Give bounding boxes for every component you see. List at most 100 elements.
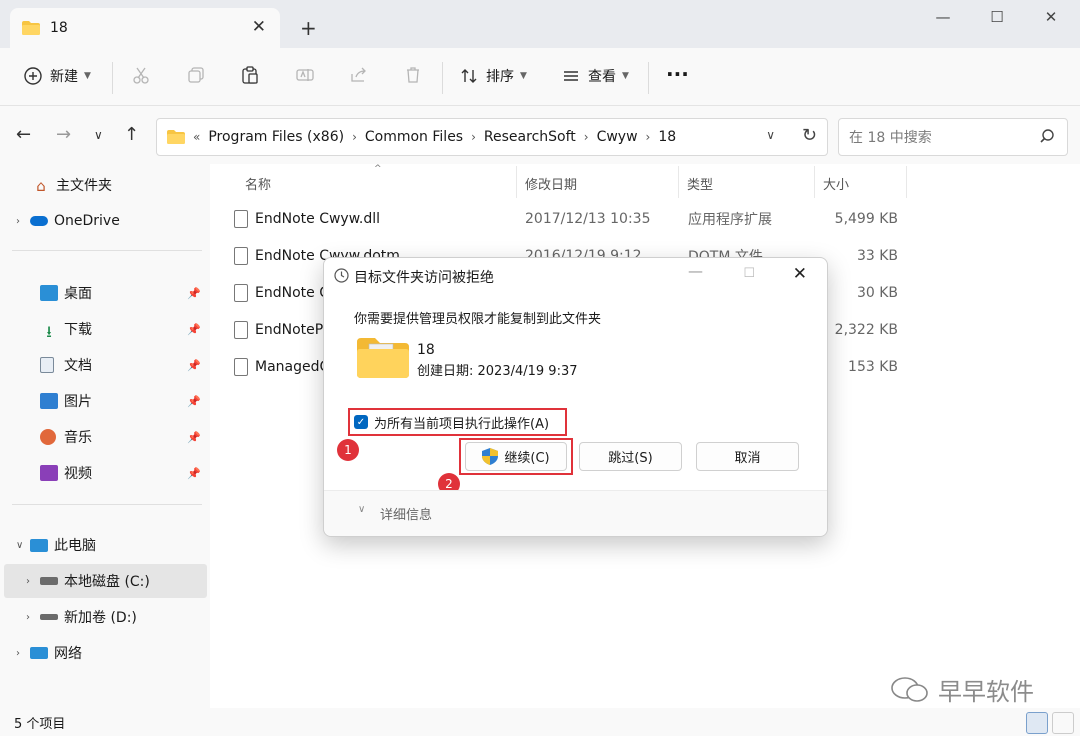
sidebar-item-label: 下载	[64, 322, 92, 338]
breadcrumb-18[interactable]: 18	[658, 129, 676, 145]
pin-icon[interactable]: 📌	[187, 359, 201, 372]
sidebar-item-this-pc[interactable]: ∨ 此电脑	[0, 528, 207, 562]
search-input[interactable]: 在 18 中搜索	[838, 118, 1068, 156]
cut-icon[interactable]	[132, 66, 150, 84]
document-icon	[40, 357, 54, 373]
details-view-button[interactable]	[1026, 712, 1048, 734]
column-header-name[interactable]: 名称	[245, 174, 271, 193]
file-size: 5,499 KB	[834, 211, 898, 227]
file-icon	[234, 321, 248, 339]
pin-icon[interactable]: 📌	[187, 431, 201, 444]
file-name: ManagedC	[255, 359, 330, 375]
pin-icon[interactable]: 📌	[187, 323, 201, 336]
sidebar-item-new-volume-d[interactable]: › 新加卷 (D:)	[0, 600, 207, 634]
column-header-modified[interactable]: 修改日期	[525, 174, 577, 193]
up-arrow-icon[interactable]: ↑	[124, 124, 139, 145]
chevron-right-icon[interactable]: ›	[16, 648, 30, 659]
drive-icon	[40, 577, 58, 585]
breadcrumb-researchsoft[interactable]: ResearchSoft	[484, 129, 576, 145]
sidebar-item-local-disk-c[interactable]: › 本地磁盘 (C:)	[4, 564, 207, 598]
sidebar-item-documents[interactable]: 文档 📌	[0, 348, 207, 382]
file-icon	[234, 247, 248, 265]
sidebar-item-videos[interactable]: 视频 📌	[0, 456, 207, 490]
shield-icon	[482, 448, 499, 465]
sidebar-item-desktop[interactable]: 桌面 📌	[0, 276, 207, 310]
dialog-close-button[interactable]: ✕	[793, 264, 807, 284]
tab-18[interactable]: 18 ✕	[10, 8, 280, 48]
chevron-right-icon[interactable]: ›	[26, 612, 40, 623]
sidebar-item-label: 图片	[64, 394, 92, 410]
new-button[interactable]: 新建 ▼	[24, 66, 91, 86]
divider	[12, 504, 202, 505]
drive-icon	[40, 614, 58, 620]
overflow-icon[interactable]: «	[193, 130, 200, 144]
sidebar-item-downloads[interactable]: ⭳ 下载 📌	[0, 312, 207, 346]
chevron-right-icon[interactable]: ›	[26, 576, 40, 587]
chevron-down-icon[interactable]: ∨	[358, 504, 365, 515]
chevron-down-icon[interactable]: ∨	[16, 540, 30, 551]
sidebar-item-pictures[interactable]: 图片 📌	[0, 384, 207, 418]
maximize-button[interactable]: ☐	[974, 8, 1020, 26]
share-icon[interactable]	[350, 66, 368, 84]
sidebar-item-label: OneDrive	[54, 213, 120, 229]
folder-icon	[167, 130, 185, 144]
sort-button[interactable]: 排序 ▼	[460, 66, 527, 86]
file-size: 2,322 KB	[834, 322, 898, 338]
status-bar: 5 个项目	[0, 708, 1080, 736]
sidebar-item-label: 新加卷 (D:)	[64, 610, 137, 626]
pin-icon[interactable]: 📌	[187, 467, 201, 480]
file-row[interactable]: EndNote Cwyw.dll 2017/12/13 10:35 应用程序扩展…	[230, 201, 910, 237]
refresh-icon[interactable]: ↻	[802, 125, 817, 146]
apply-to-all-checkbox[interactable]: ✓ 为所有当前项目执行此操作(A)	[348, 408, 567, 436]
details-toggle[interactable]: 详细信息	[380, 504, 432, 523]
continue-button[interactable]: 继续(C)	[465, 442, 567, 471]
new-tab-button[interactable]: +	[300, 16, 317, 40]
more-options-button[interactable]: ···	[666, 62, 689, 86]
new-label: 新建	[50, 69, 78, 85]
sidebar-item-label: 此电脑	[54, 538, 96, 554]
chevron-down-icon: ▼	[84, 71, 91, 81]
pin-icon[interactable]: 📌	[187, 395, 201, 408]
file-size: 30 KB	[856, 285, 898, 301]
divider	[814, 166, 815, 198]
sidebar-item-home[interactable]: ⌂ 主文件夹	[0, 168, 207, 202]
tab-close-icon[interactable]: ✕	[252, 17, 266, 37]
breadcrumb-cwyw[interactable]: Cwyw	[597, 129, 638, 145]
sidebar-item-label: 桌面	[64, 286, 92, 302]
dialog-minimize-button[interactable]: —	[688, 262, 703, 280]
pin-icon[interactable]: 📌	[187, 287, 201, 300]
back-arrow-icon[interactable]: ←	[16, 124, 31, 145]
paste-icon[interactable]	[241, 66, 259, 84]
file-icon	[234, 210, 248, 228]
dialog-maximize-button: ☐	[743, 266, 755, 281]
address-dropdown-icon[interactable]: ∨	[766, 128, 775, 142]
home-icon: ⌂	[36, 177, 46, 195]
column-header-size[interactable]: 大小	[823, 174, 849, 193]
checkmark-icon: ✓	[354, 415, 368, 429]
chevron-down-icon: ▼	[622, 71, 629, 81]
watermark-text: 早早软件	[938, 678, 1034, 706]
divider	[112, 62, 113, 94]
navigation-pane: ⌂ 主文件夹 › OneDrive 桌面 📌 ⭳ 下载 📌 文档 📌 图片 📌 …	[0, 164, 210, 708]
breadcrumb-program-files[interactable]: Program Files (x86)	[208, 129, 344, 145]
sidebar-item-onedrive[interactable]: › OneDrive	[0, 204, 207, 238]
column-header-type[interactable]: 类型	[687, 174, 713, 193]
sidebar-item-music[interactable]: 音乐 📌	[0, 420, 207, 454]
breadcrumb-common-files[interactable]: Common Files	[365, 129, 463, 145]
close-window-button[interactable]: ✕	[1028, 8, 1074, 26]
tiles-view-button[interactable]	[1052, 712, 1074, 734]
rename-icon[interactable]	[296, 66, 314, 84]
copy-icon[interactable]	[187, 66, 205, 84]
delete-icon[interactable]	[404, 66, 422, 84]
cancel-button[interactable]: 取消	[696, 442, 799, 471]
address-bar[interactable]: « Program Files (x86) › Common Files › R…	[156, 118, 828, 156]
view-label: 查看	[588, 69, 616, 85]
music-icon	[40, 429, 56, 445]
chevron-right-icon[interactable]: ›	[16, 216, 30, 227]
minimize-button[interactable]: —	[920, 8, 966, 26]
recent-chevron-icon[interactable]: ∨	[94, 128, 103, 142]
skip-button[interactable]: 跳过(S)	[579, 442, 682, 471]
forward-arrow-icon[interactable]: →	[56, 124, 71, 145]
view-button[interactable]: 查看 ▼	[562, 66, 629, 86]
sidebar-item-network[interactable]: › 网络	[0, 636, 207, 670]
